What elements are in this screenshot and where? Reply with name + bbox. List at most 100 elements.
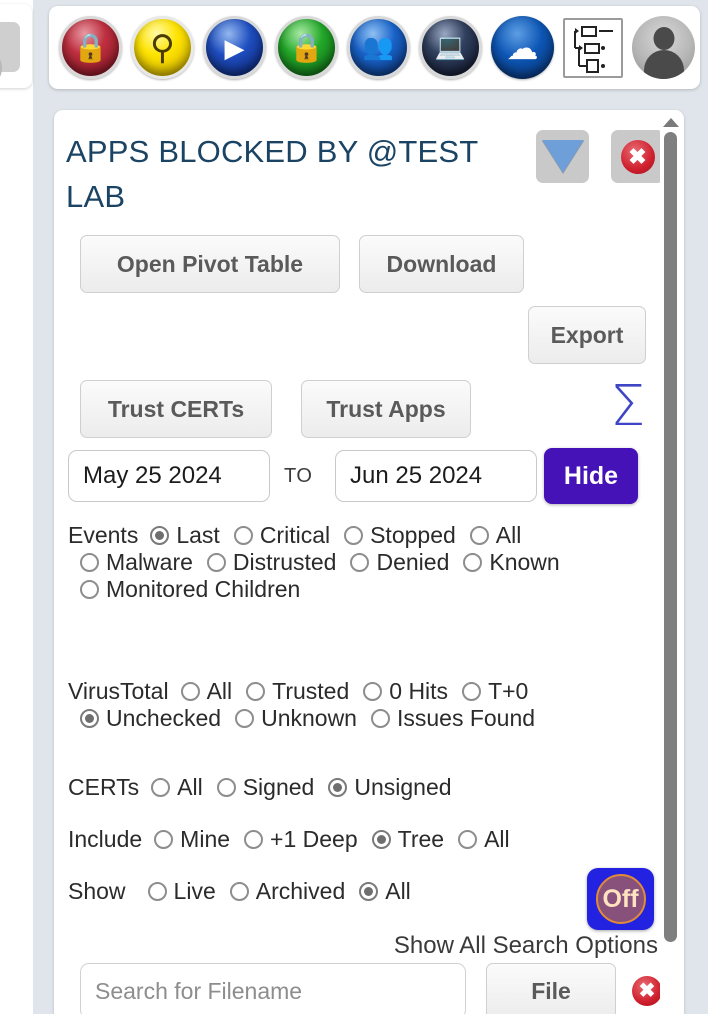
radio-dot: [216, 778, 236, 797]
date-to-input[interactable]: Jun 25 2024: [335, 450, 537, 502]
page-title: APPS BLOCKED BY @TEST LAB: [66, 134, 478, 214]
radio-option-events-known[interactable]: Known: [463, 549, 560, 576]
radio-label: Issues Found: [396, 705, 536, 731]
radio-option-events-distrusted[interactable]: Distrusted: [206, 549, 336, 576]
lock-red-icon[interactable]: 🔒: [59, 16, 122, 79]
show-all-search-options-link[interactable]: Show All Search Options: [54, 932, 658, 960]
radio-option-vt-issues-found[interactable]: Issues Found: [370, 705, 536, 732]
radio-dot: [363, 682, 383, 701]
radio-option-events-malware[interactable]: Malware: [80, 549, 193, 576]
laptop-glyph: 💻: [434, 33, 467, 61]
close-x-icon: ✖: [620, 139, 655, 174]
open-pivot-table-button[interactable]: Open Pivot Table: [80, 235, 340, 293]
radio-option-show-live[interactable]: Live: [147, 878, 216, 905]
radio-label: Signed: [242, 774, 315, 800]
panel-scrollbar[interactable]: [660, 110, 682, 1014]
radio-option-include-mine[interactable]: Mine: [154, 826, 230, 853]
file-button[interactable]: File: [486, 963, 616, 1014]
trust-apps-button[interactable]: Trust Apps: [301, 380, 471, 438]
radio-option-vt-all[interactable]: All: [180, 678, 232, 705]
cloud-sync-icon[interactable]: ☁: [491, 16, 554, 79]
radio-dot: [233, 526, 253, 545]
filter-group-include: Include Mine +1 Deep Tree All: [68, 826, 668, 853]
filter-group-virustotal: VirusTotal All Trusted 0 Hits T+0 Unchec…: [68, 678, 668, 732]
left-rail-icon-wrap[interactable]: [0, 22, 20, 88]
lock-green-icon[interactable]: 🔒: [275, 16, 338, 79]
radio-label: Archived: [255, 878, 346, 904]
radio-option-vt-trusted[interactable]: Trusted: [246, 678, 349, 705]
users-group-icon[interactable]: 👥: [347, 16, 410, 79]
radio-dot: [462, 682, 482, 701]
radio-dot: [328, 778, 348, 797]
download-button[interactable]: Download: [359, 235, 524, 293]
radio-dot: [151, 778, 171, 797]
sigma-sum-icon[interactable]: Σ: [610, 379, 664, 436]
clear-search-icon[interactable]: ✖: [632, 976, 662, 1006]
play-icon[interactable]: ▶: [203, 16, 266, 79]
trust-certs-button[interactable]: Trust CERTs: [80, 380, 272, 438]
radio-option-show-all[interactable]: All: [359, 878, 411, 905]
radio-option-include-tree[interactable]: Tree: [371, 826, 444, 853]
laptop-icon[interactable]: 💻: [419, 16, 482, 79]
radio-option-events-monitored-children[interactable]: Monitored Children: [80, 576, 300, 603]
radio-option-include-all[interactable]: All: [458, 826, 510, 853]
user-avatar-icon[interactable]: [632, 16, 695, 79]
filter-group-label-certs: CERTs: [68, 774, 140, 800]
radio-dot: [458, 830, 478, 849]
radio-dot: [229, 882, 249, 901]
date-to-label: TO: [284, 465, 313, 487]
radio-option-events-denied[interactable]: Denied: [350, 549, 449, 576]
funnel-shape: [541, 140, 584, 173]
search-magnifier-icon[interactable]: ⚲: [131, 16, 194, 79]
radio-option-vt-unchecked[interactable]: Unchecked: [80, 705, 221, 732]
export-button[interactable]: Export: [528, 306, 646, 364]
radio-dot: [371, 830, 391, 849]
date-from-input[interactable]: May 25 2024: [68, 450, 270, 502]
radio-label: Unchecked: [106, 705, 222, 731]
avatar-head: [653, 27, 674, 50]
radio-option-certs-unsigned[interactable]: Unsigned: [328, 774, 452, 801]
filter-group-label-events: Events: [68, 522, 139, 548]
radio-option-events-all[interactable]: All: [469, 522, 521, 549]
users-glyph: 👥: [362, 33, 395, 61]
off-toggle-label: Off: [595, 874, 646, 924]
radio-label: All: [177, 774, 203, 800]
scrollbar-thumb[interactable]: [664, 132, 677, 942]
radio-dot: [246, 682, 266, 701]
sitemap-tree-icon[interactable]: [563, 17, 623, 78]
apps-blocked-panel: APPS BLOCKED BY @TEST LAB ✖ Open Pivot T…: [54, 110, 684, 1014]
off-toggle-button[interactable]: Off: [587, 868, 654, 930]
radio-option-events-stopped[interactable]: Stopped: [344, 522, 456, 549]
radio-dot: [463, 553, 483, 572]
radio-option-events-last[interactable]: Last: [150, 522, 220, 549]
search-filename-input[interactable]: Search for Filename: [80, 963, 466, 1014]
radio-label: Live: [173, 878, 216, 904]
hide-button[interactable]: Hide: [544, 448, 638, 504]
scroll-up-arrow-icon[interactable]: [663, 118, 679, 127]
radio-option-certs-signed[interactable]: Signed: [216, 774, 315, 801]
radio-option-include-plus-1-deep[interactable]: +1 Deep: [244, 826, 358, 853]
radio-option-events-critical[interactable]: Critical: [233, 522, 330, 549]
radio-option-vt-unknown[interactable]: Unknown: [235, 705, 357, 732]
radio-label: Unknown: [261, 705, 357, 731]
radio-dot: [206, 553, 226, 572]
radio-label: Stopped: [370, 522, 456, 548]
radio-label: All: [484, 826, 510, 852]
filter-group-show: Show Live Archived All: [68, 878, 668, 905]
left-rail-divider: [33, 0, 44, 1014]
magnifier-glyph: ⚲: [150, 28, 175, 67]
play-glyph: ▶: [224, 32, 245, 63]
radio-label: Mine: [180, 826, 231, 852]
radio-option-vt-0-hits[interactable]: 0 Hits: [363, 678, 448, 705]
radio-dot: [80, 580, 99, 599]
radio-option-show-archived[interactable]: Archived: [229, 878, 346, 905]
radio-dot: [469, 526, 489, 545]
radio-label: Last: [176, 522, 220, 548]
radio-option-certs-all[interactable]: All: [151, 774, 203, 801]
radio-label: 0 Hits: [389, 678, 449, 704]
filter-group-label-show: Show: [68, 878, 126, 904]
radio-dot: [350, 553, 370, 572]
radio-option-vt-t-plus-0[interactable]: T+0: [462, 678, 528, 705]
close-panel-button[interactable]: ✖: [611, 130, 664, 183]
funnel-filter-icon[interactable]: [536, 130, 589, 183]
